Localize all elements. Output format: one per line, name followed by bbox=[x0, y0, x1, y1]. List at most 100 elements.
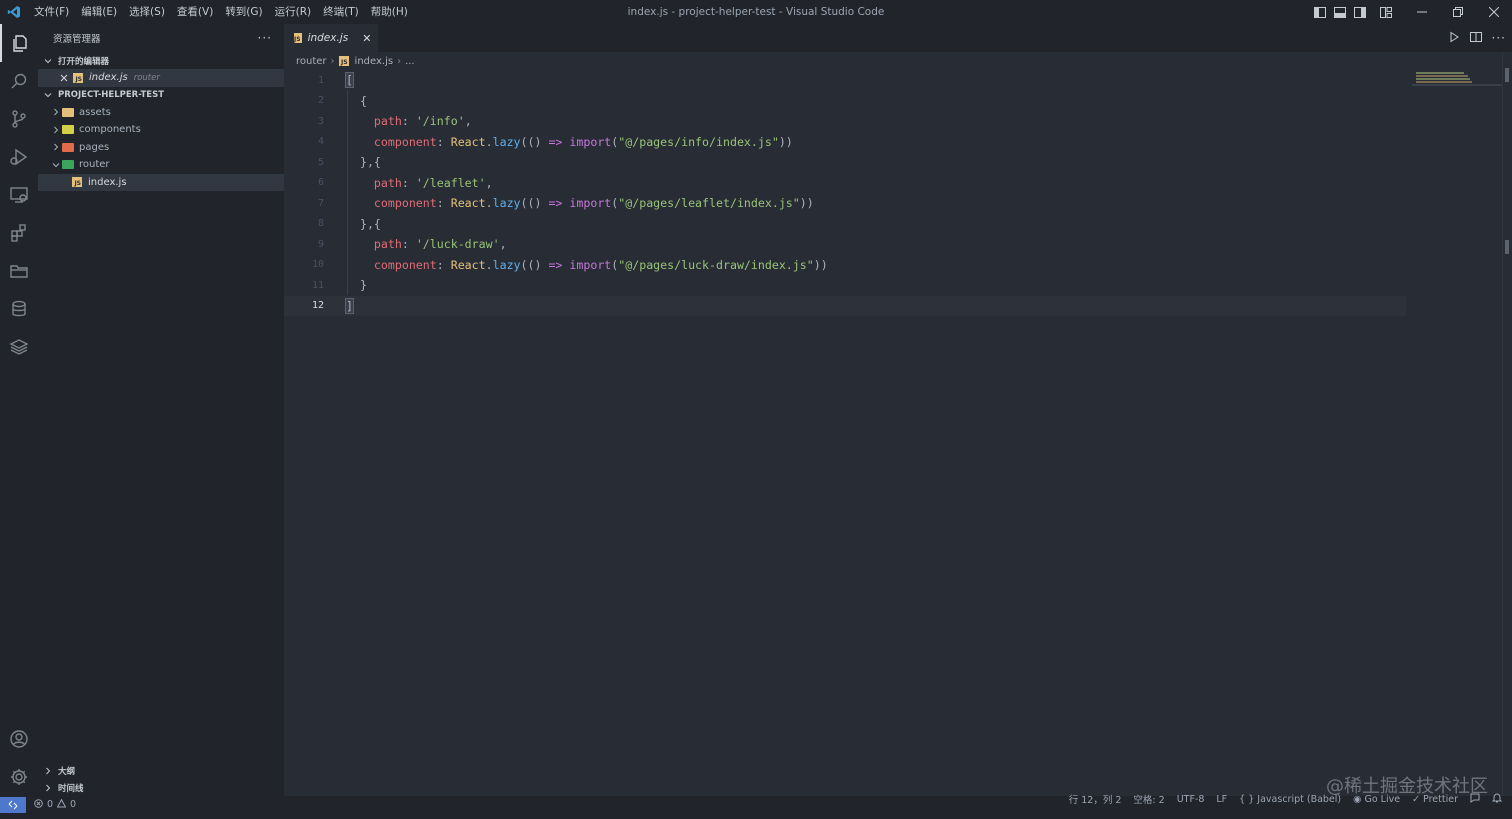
code-line[interactable]: 9 path: '/luck-draw', bbox=[284, 234, 1406, 255]
import-keyword: import bbox=[569, 196, 612, 211]
explorer-icon[interactable] bbox=[0, 24, 38, 62]
menu-go[interactable]: 转到(G) bbox=[219, 0, 268, 24]
punctuation: , bbox=[499, 237, 507, 252]
braces-icon: { } bbox=[1239, 793, 1255, 805]
property-key: component bbox=[373, 134, 437, 149]
project-section[interactable]: PROJECT-HELPER-TEST bbox=[38, 87, 284, 104]
minimap-line bbox=[1416, 81, 1472, 83]
toggle-panel-icon[interactable] bbox=[1330, 0, 1350, 24]
punctuation: , bbox=[485, 175, 493, 190]
project-label: PROJECT-HELPER-TEST bbox=[58, 90, 165, 100]
code-line[interactable]: 10 component: React.lazy(() => import("@… bbox=[284, 255, 1406, 276]
toggle-sidebar-icon[interactable] bbox=[1310, 0, 1330, 24]
remote-indicator-icon[interactable] bbox=[0, 796, 26, 813]
minimap[interactable] bbox=[1412, 70, 1502, 94]
close-tab-icon[interactable]: ✕ bbox=[362, 32, 371, 45]
code-line[interactable]: 2 { bbox=[284, 91, 1406, 112]
more-actions-icon[interactable]: ··· bbox=[1492, 31, 1506, 45]
breadcrumb-symbol[interactable]: ... bbox=[405, 56, 415, 67]
code-text: ] bbox=[345, 297, 354, 314]
outline-section[interactable]: 大纲 bbox=[38, 762, 284, 779]
tree-item-index-js[interactable]: JS index.js bbox=[38, 173, 284, 191]
code-line[interactable]: 7 component: React.lazy(() => import("@/… bbox=[284, 193, 1406, 214]
open-editor-item[interactable]: JS index.js router bbox=[38, 69, 284, 87]
line-number: 1 bbox=[317, 74, 324, 86]
cursor-position[interactable]: 行 12，列 2 bbox=[1069, 792, 1122, 806]
menu-selection[interactable]: 选择(S) bbox=[123, 0, 171, 24]
breadcrumb-folder[interactable]: router bbox=[296, 56, 327, 67]
outline-label: 大纲 bbox=[58, 766, 76, 777]
breadcrumb-file[interactable]: index.js bbox=[355, 56, 394, 67]
code-editor[interactable]: 1[2 {3 path: '/info', 4 component: React.… bbox=[284, 70, 1502, 796]
tree-item-label: components bbox=[79, 124, 141, 136]
menu-help[interactable]: 帮助(H) bbox=[365, 0, 414, 24]
extensions-icon[interactable] bbox=[0, 214, 38, 252]
close-window-icon[interactable] bbox=[1476, 0, 1512, 24]
source-control-icon[interactable] bbox=[0, 100, 38, 138]
vertical-scrollbar[interactable] bbox=[1502, 52, 1512, 796]
menu-edit[interactable]: 编辑(E) bbox=[75, 0, 123, 24]
menu-terminal[interactable]: 终端(T) bbox=[317, 0, 365, 24]
code-text: path: '/luck-draw', bbox=[373, 237, 507, 252]
run-debug-icon[interactable] bbox=[0, 138, 38, 176]
project-manager-icon[interactable] bbox=[0, 252, 38, 290]
minimize-icon[interactable] bbox=[1404, 0, 1440, 24]
end-of-line[interactable]: LF bbox=[1216, 794, 1227, 805]
js-file-icon: JS bbox=[72, 177, 82, 188]
tree-item-components[interactable]: components bbox=[38, 121, 284, 139]
notifications-bell-icon[interactable] bbox=[1491, 792, 1503, 806]
class-name: React bbox=[450, 257, 486, 272]
brace: },{ bbox=[359, 216, 381, 231]
open-editors-section[interactable]: 打开的编辑器 bbox=[38, 52, 284, 69]
search-icon[interactable] bbox=[0, 62, 38, 100]
database-icon[interactable] bbox=[0, 290, 38, 328]
customize-layout-icon[interactable] bbox=[1376, 0, 1396, 24]
problems-indicator[interactable]: 0 0 bbox=[34, 798, 76, 811]
chevron-right-icon bbox=[50, 143, 62, 151]
tree-item-assets[interactable]: assets bbox=[38, 104, 284, 122]
function-name: lazy bbox=[492, 134, 521, 149]
code-line[interactable]: 3 path: '/info', bbox=[284, 111, 1406, 132]
line-number: 10 bbox=[311, 259, 324, 271]
code-line[interactable]: 8 },{ bbox=[284, 214, 1406, 235]
encoding[interactable]: UTF-8 bbox=[1177, 794, 1205, 805]
code-line[interactable]: 12] bbox=[284, 295, 1406, 316]
line-number: 11 bbox=[311, 279, 324, 291]
timeline-section[interactable]: 时间线 bbox=[38, 779, 284, 796]
code-text: component: React.lazy(() => import("@/pa… bbox=[373, 134, 793, 149]
line-number: 3 bbox=[317, 115, 324, 127]
toggle-secondary-sidebar-icon[interactable] bbox=[1350, 0, 1370, 24]
import-path: "@/pages/luck-draw/index.js" bbox=[618, 257, 814, 272]
code-line[interactable]: 1[ bbox=[284, 70, 1406, 91]
chevron-right-icon bbox=[42, 784, 54, 792]
tree-item-pages[interactable]: pages bbox=[38, 139, 284, 157]
menu-run[interactable]: 运行(R) bbox=[269, 0, 318, 24]
close-icon[interactable] bbox=[58, 74, 70, 82]
split-editor-icon[interactable] bbox=[1469, 31, 1482, 46]
code-text: },{ bbox=[346, 217, 381, 231]
restore-icon[interactable] bbox=[1440, 0, 1476, 24]
settings-gear-icon[interactable] bbox=[0, 758, 38, 796]
tree-item-label: assets bbox=[79, 106, 111, 118]
line-number: 9 bbox=[317, 238, 324, 250]
bracket: ] bbox=[345, 297, 354, 314]
tree-item-router[interactable]: router bbox=[38, 156, 284, 174]
code-line[interactable]: 4 component: React.lazy(() => import("@/… bbox=[284, 132, 1406, 153]
property-key: path bbox=[373, 114, 402, 129]
run-code-icon[interactable] bbox=[1448, 31, 1460, 46]
account-icon[interactable] bbox=[0, 720, 38, 758]
indentation[interactable]: 空格: 2 bbox=[1133, 792, 1164, 806]
code-text: component: React.lazy(() => import("@/pa… bbox=[373, 257, 828, 272]
js-file-icon: JS bbox=[294, 33, 302, 43]
layers-icon[interactable] bbox=[0, 328, 38, 366]
tab-index-js[interactable]: JS index.js ✕ bbox=[284, 24, 378, 52]
remote-explorer-icon[interactable] bbox=[0, 176, 38, 214]
code-line[interactable]: 5 },{ bbox=[284, 152, 1406, 173]
menu-view[interactable]: 查看(V) bbox=[171, 0, 219, 24]
code-line[interactable]: 6 path: '/leaflet', bbox=[284, 173, 1406, 194]
menu-file[interactable]: 文件(F) bbox=[28, 0, 75, 24]
more-actions-icon[interactable]: ··· bbox=[258, 31, 272, 45]
arrow-operator: => bbox=[548, 257, 563, 272]
sidebar-bottom-sections: 大纲 时间线 bbox=[38, 762, 284, 796]
code-line[interactable]: 11 } bbox=[284, 275, 1406, 296]
